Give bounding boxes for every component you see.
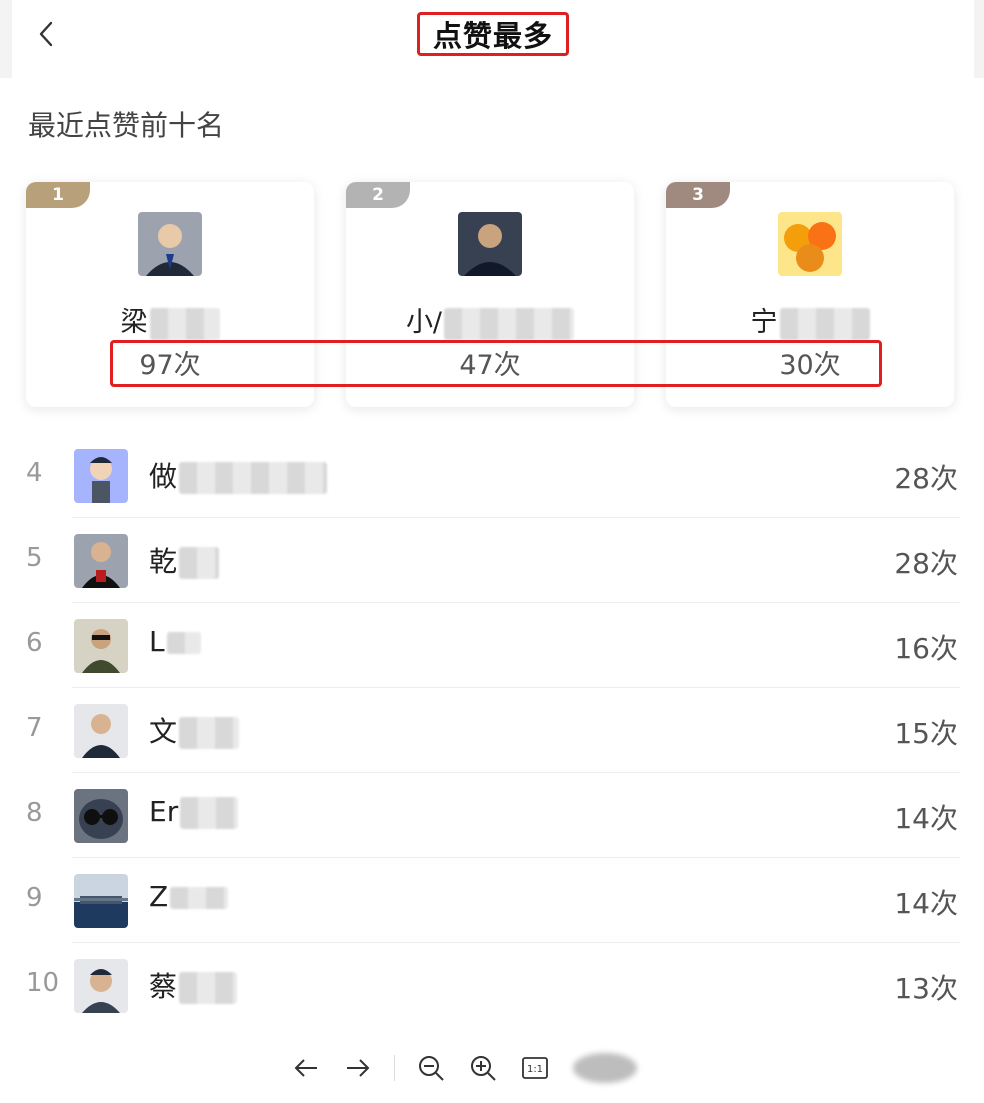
counts-highlight-box	[110, 340, 882, 387]
podium-name: 梁	[26, 300, 314, 340]
avatar	[778, 212, 842, 276]
list-item[interactable]: 4 做 28次	[0, 433, 984, 518]
rank-badge: 3	[666, 182, 730, 208]
user-name: 文	[149, 710, 240, 750]
zoom-out-icon	[419, 1056, 444, 1081]
list-item[interactable]: 8 Er 14次	[0, 773, 984, 858]
like-count: 28次	[894, 462, 958, 495]
actual-size-button[interactable]: 1:1	[509, 1044, 561, 1092]
nav-edge-right	[974, 0, 984, 78]
avatar	[74, 619, 128, 673]
rank-number: 9	[26, 883, 43, 913]
svg-text:1:1: 1:1	[527, 1064, 543, 1075]
list-item[interactable]: 9 Z 14次	[0, 858, 984, 943]
user-name: Z	[149, 880, 229, 913]
chevron-left-icon	[39, 21, 53, 47]
rank-badge: 2	[346, 182, 410, 208]
toolbar-divider	[394, 1055, 395, 1081]
section-title: 最近点赞前十名	[28, 109, 225, 142]
list-item[interactable]: 5 乾 28次	[0, 518, 984, 603]
user-name: 做	[149, 455, 328, 495]
like-count: 15次	[894, 717, 958, 750]
page-title: 点赞最多	[432, 19, 553, 53]
user-name: 乾	[149, 540, 220, 580]
avatar	[138, 212, 202, 276]
actual-size-icon: 1:1	[522, 1057, 548, 1079]
previous-button[interactable]	[280, 1044, 332, 1092]
image-viewer-toolbar: 1:1	[280, 1040, 700, 1096]
zoom-in-button[interactable]	[457, 1044, 509, 1092]
rank-number: 5	[26, 543, 43, 573]
zoom-out-button[interactable]	[405, 1044, 457, 1092]
avatar	[74, 449, 128, 503]
like-count: 14次	[894, 887, 958, 920]
next-button[interactable]	[332, 1044, 384, 1092]
rank-number: 8	[26, 798, 43, 828]
user-name: L	[149, 625, 201, 658]
zoom-in-icon	[471, 1056, 496, 1081]
like-count: 16次	[894, 632, 958, 665]
arrow-left-icon	[294, 1059, 317, 1077]
rank-number: 6	[26, 628, 43, 658]
avatar	[458, 212, 522, 276]
rank-number: 4	[26, 458, 43, 488]
avatar	[74, 704, 128, 758]
like-count: 28次	[894, 547, 958, 580]
rank-number: 7	[26, 713, 43, 743]
rank-number: 10	[26, 968, 60, 998]
page-title-highlight: 点赞最多	[417, 12, 569, 56]
avatar	[74, 874, 128, 928]
top-nav-bar: 点赞最多	[0, 0, 984, 78]
nav-edge-left	[0, 0, 12, 78]
list-item[interactable]: 10 蔡 13次	[0, 943, 984, 1028]
user-name: 蔡	[149, 965, 238, 1005]
avatar	[74, 959, 128, 1013]
arrow-right-icon	[347, 1059, 370, 1077]
like-count: 13次	[894, 972, 958, 1005]
list-item[interactable]: 7 文 15次	[0, 688, 984, 773]
podium-name: 宁	[666, 300, 954, 340]
back-button[interactable]	[28, 14, 64, 54]
avatar	[74, 534, 128, 588]
blurred-control	[573, 1053, 637, 1083]
ranking-list: 4 做 28次 5 乾 28次 6 L 16次 7 文 15次 8 Er 14次…	[0, 433, 984, 1028]
like-count: 14次	[894, 802, 958, 835]
podium-name: 小/	[346, 300, 634, 340]
list-item[interactable]: 6 L 16次	[0, 603, 984, 688]
user-name: Er	[149, 795, 239, 829]
rank-badge: 1	[26, 182, 90, 208]
avatar	[74, 789, 128, 843]
